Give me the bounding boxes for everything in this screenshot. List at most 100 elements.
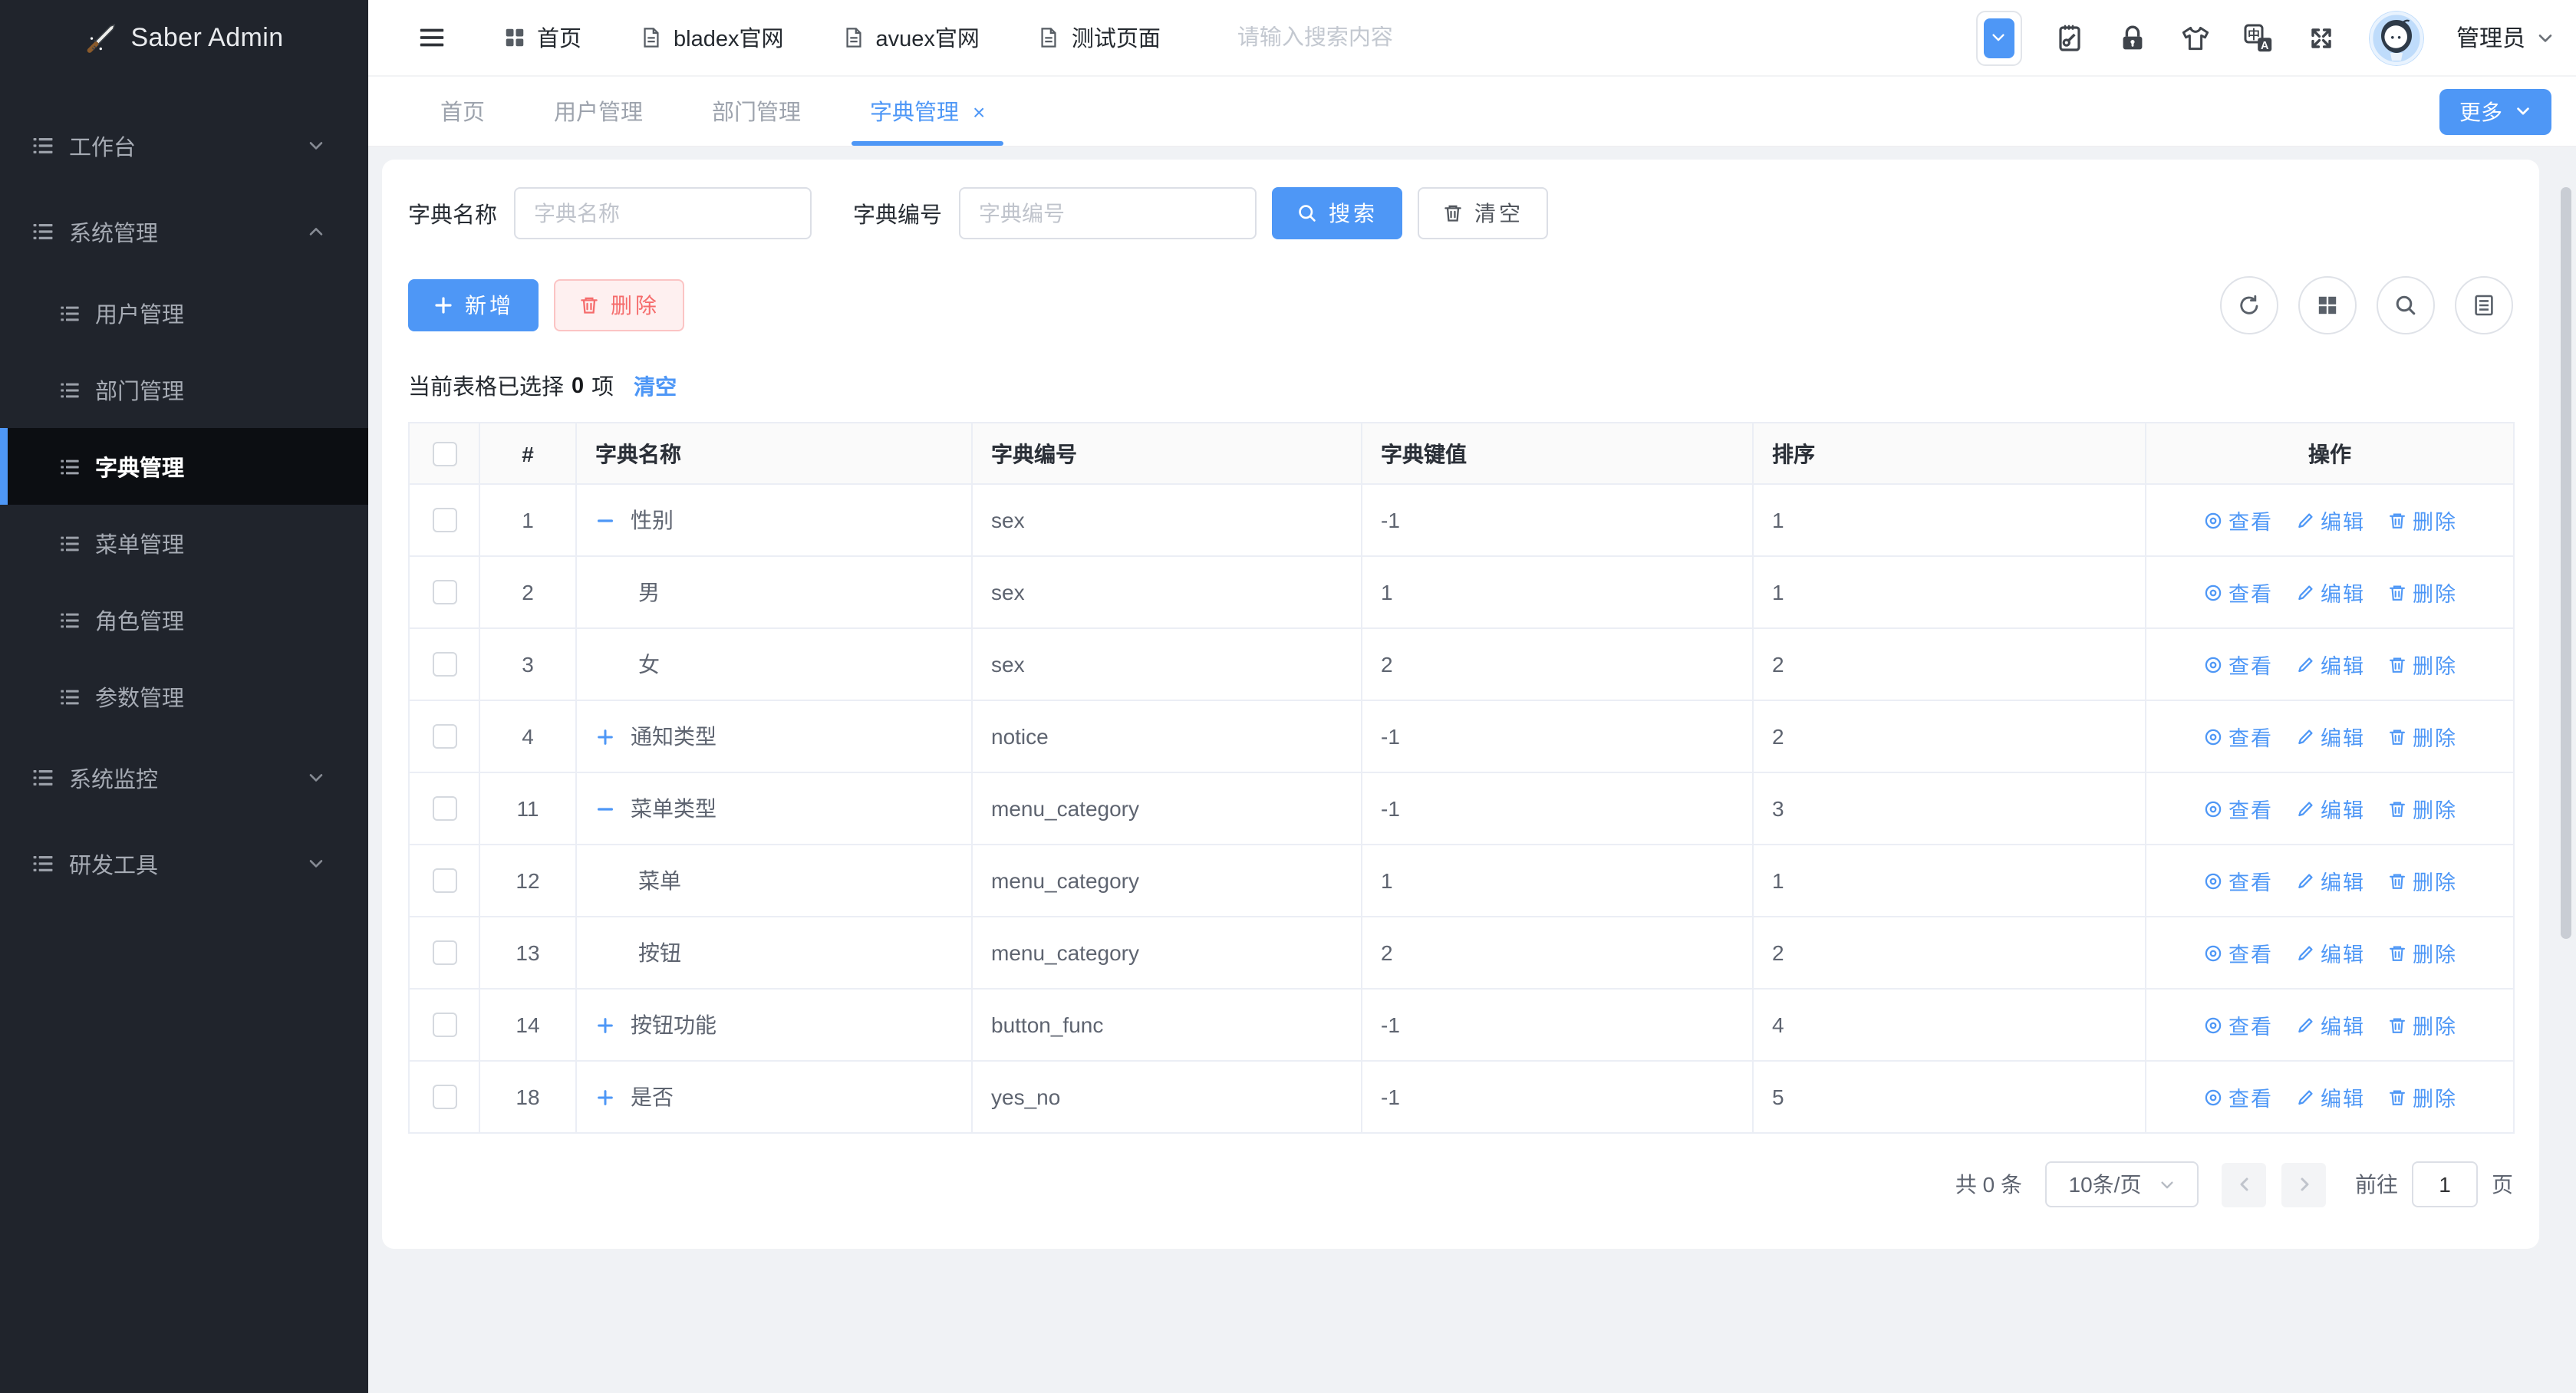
row-checkbox[interactable] [432, 580, 456, 604]
refresh-button[interactable] [2220, 276, 2278, 334]
more-button[interactable]: 更多 [2439, 88, 2551, 134]
row-checkbox[interactable] [432, 796, 456, 821]
edit-link[interactable]: 编辑 [2294, 721, 2365, 752]
row-checkbox[interactable] [432, 652, 456, 677]
debug-tools-icon[interactable] [2054, 22, 2085, 53]
expand-icon[interactable] [595, 1087, 615, 1107]
select-all-checkbox[interactable] [432, 441, 456, 466]
edit-link[interactable]: 编辑 [2294, 1009, 2365, 1040]
view-link[interactable]: 查看 [2202, 721, 2273, 752]
filter-settings-button[interactable] [2455, 276, 2513, 334]
collapse-icon[interactable] [595, 799, 615, 818]
edit-link[interactable]: 编辑 [2294, 1082, 2365, 1112]
sidebar-item-工作台[interactable]: 工作台 [0, 103, 368, 189]
view-link[interactable]: 查看 [2202, 505, 2273, 535]
clear-selection-link[interactable]: 清空 [634, 370, 677, 401]
page-number-input[interactable] [2412, 1161, 2478, 1207]
user-menu[interactable]: 管理员 [2456, 21, 2555, 54]
row-checkbox[interactable] [432, 868, 456, 893]
sidebar-subitem-字典管理[interactable]: 字典管理 [0, 428, 368, 505]
view-link[interactable]: 查看 [2202, 937, 2273, 968]
tab-label: 部门管理 [712, 95, 801, 127]
sidebar-subitem-部门管理[interactable]: 部门管理 [0, 351, 368, 428]
tab-部门管理[interactable]: 部门管理 [690, 77, 822, 146]
view-link[interactable]: 查看 [2202, 865, 2273, 896]
chevron-left-icon [2235, 1175, 2253, 1194]
view-link[interactable]: 查看 [2202, 793, 2273, 824]
avatar[interactable] [2369, 10, 2424, 65]
prev-page-button[interactable] [2222, 1162, 2266, 1207]
operations-cell: 查看编辑删除 [2146, 1061, 2514, 1133]
row-checkbox[interactable] [432, 940, 456, 965]
clear-filters-button[interactable]: 清空 [1418, 187, 1548, 239]
edit-link[interactable]: 编辑 [2294, 793, 2365, 824]
collapse-sidebar-icon[interactable] [417, 23, 446, 52]
delete-link[interactable]: 删除 [2387, 865, 2457, 896]
delete-link[interactable]: 删除 [2387, 649, 2457, 680]
delete-link[interactable]: 删除 [2387, 937, 2457, 968]
svg-text:A: A [2261, 39, 2269, 51]
page-suffix-label: 页 [2492, 1169, 2513, 1200]
next-page-button[interactable] [2281, 1162, 2326, 1207]
delete-button[interactable]: 删除 [554, 279, 684, 331]
delete-link[interactable]: 删除 [2387, 793, 2457, 824]
view-link[interactable]: 查看 [2202, 1082, 2273, 1112]
view-link[interactable]: 查看 [2202, 1009, 2273, 1040]
delete-link[interactable]: 删除 [2387, 721, 2457, 752]
fullscreen-icon[interactable] [2306, 22, 2337, 53]
top-nav-item-avuex官网[interactable]: avuex官网 [842, 21, 979, 54]
search-toggle-button[interactable] [2377, 276, 2435, 334]
dict-name-text: 通知类型 [631, 721, 716, 752]
add-button[interactable]: 新增 [408, 279, 539, 331]
top-menu-toggle-button[interactable] [1976, 10, 2022, 65]
action-label: 删除 [2413, 577, 2457, 608]
edit-link[interactable]: 编辑 [2294, 577, 2365, 608]
delete-link[interactable]: 删除 [2387, 1082, 2457, 1112]
dict-code-input[interactable] [959, 187, 1257, 239]
page-size-select[interactable]: 10条/页 [2045, 1161, 2199, 1207]
page-scrollbar-thumb[interactable] [2561, 187, 2571, 939]
row-checkbox[interactable] [432, 724, 456, 749]
edit-link[interactable]: 编辑 [2294, 505, 2365, 535]
collapse-icon[interactable] [595, 510, 615, 530]
sidebar-subitem-参数管理[interactable]: 参数管理 [0, 658, 368, 735]
row-checkbox[interactable] [432, 508, 456, 532]
sidebar-subitem-角色管理[interactable]: 角色管理 [0, 581, 368, 658]
top-nav-item-bladex官网[interactable]: bladex官网 [640, 21, 783, 54]
menu-list-icon [31, 219, 55, 244]
search-button[interactable]: 搜索 [1272, 187, 1402, 239]
close-icon[interactable]: × [973, 100, 985, 122]
lock-screen-icon[interactable] [2117, 22, 2148, 53]
delete-link[interactable]: 删除 [2387, 1009, 2457, 1040]
global-search-input[interactable] [1237, 25, 1498, 50]
tab-用户管理[interactable]: 用户管理 [532, 77, 664, 146]
row-checkbox[interactable] [432, 1013, 456, 1037]
theme-icon[interactable] [2180, 22, 2211, 53]
sidebar-item-系统管理[interactable]: 系统管理 [0, 189, 368, 275]
delete-link[interactable]: 删除 [2387, 505, 2457, 535]
top-nav-item-测试页面[interactable]: 测试页面 [1038, 21, 1161, 54]
top-nav-item-label: 测试页面 [1072, 21, 1161, 54]
tab-首页[interactable]: 首页 [419, 77, 506, 146]
top-nav-item-首页[interactable]: 首页 [503, 21, 581, 54]
dict-name-text: 性别 [631, 505, 674, 535]
expand-icon[interactable] [595, 1015, 615, 1035]
sidebar-subitem-菜单管理[interactable]: 菜单管理 [0, 505, 368, 581]
edit-link[interactable]: 编辑 [2294, 937, 2365, 968]
table-row: 13按钮menu_category22查看编辑删除 [409, 917, 2514, 989]
expand-icon[interactable] [595, 726, 615, 746]
row-checkbox[interactable] [432, 1085, 456, 1109]
edit-link[interactable]: 编辑 [2294, 865, 2365, 896]
sidebar-item-研发工具[interactable]: 研发工具 [0, 821, 368, 907]
view-link[interactable]: 查看 [2202, 577, 2273, 608]
language-icon[interactable]: 中A [2243, 22, 2274, 53]
action-label: 查看 [2228, 721, 2273, 752]
sidebar-subitem-用户管理[interactable]: 用户管理 [0, 275, 368, 351]
column-display-button[interactable] [2298, 276, 2357, 334]
tab-字典管理[interactable]: 字典管理× [848, 77, 1006, 146]
dict-name-input[interactable] [514, 187, 812, 239]
edit-link[interactable]: 编辑 [2294, 649, 2365, 680]
view-link[interactable]: 查看 [2202, 649, 2273, 680]
sidebar-item-系统监控[interactable]: 系统监控 [0, 735, 368, 821]
delete-link[interactable]: 删除 [2387, 577, 2457, 608]
